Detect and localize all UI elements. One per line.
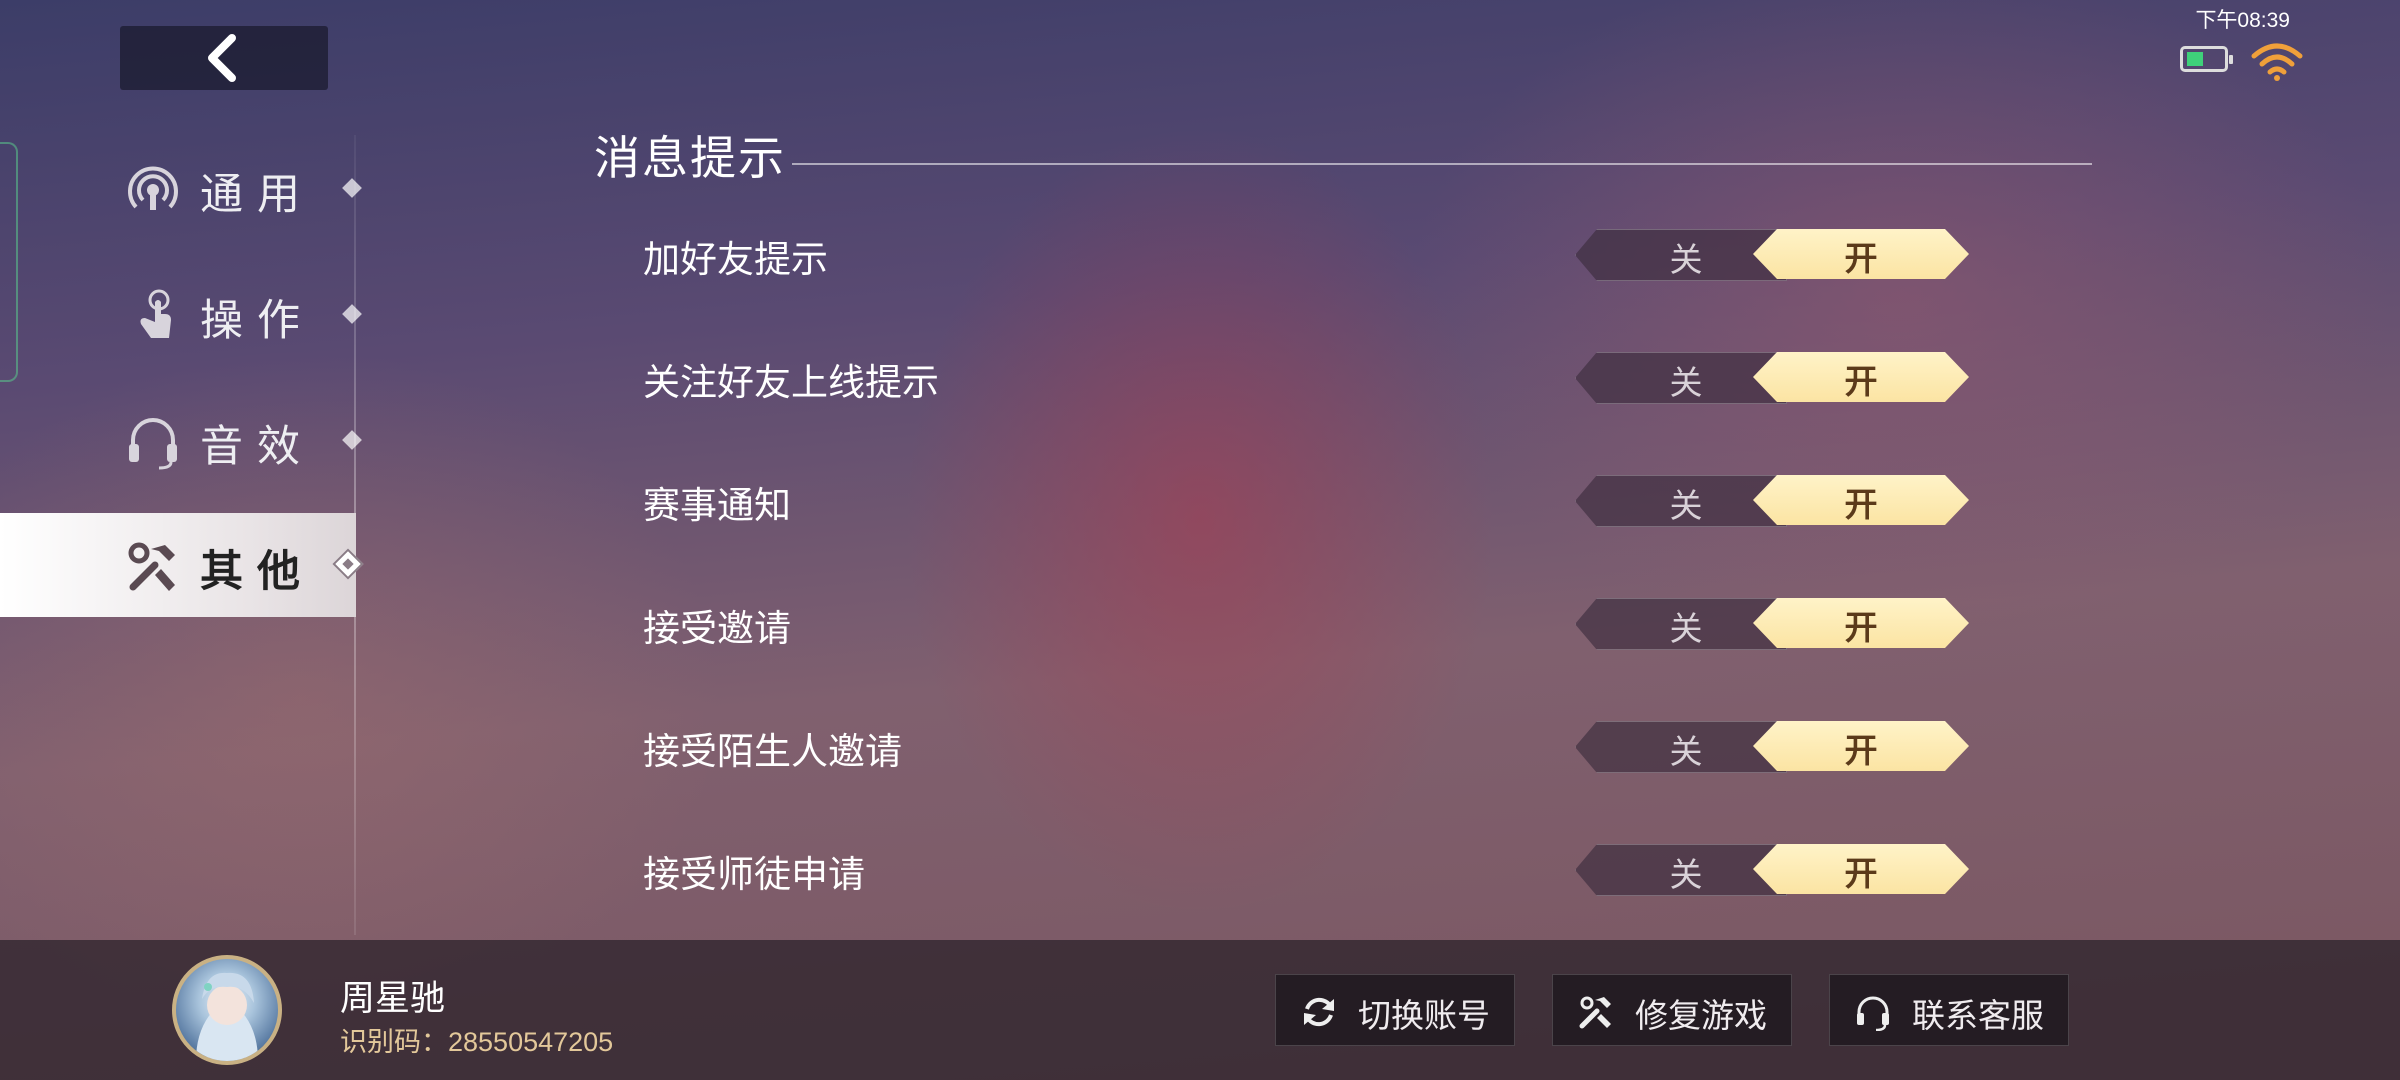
sidebar-item-label: 音效 xyxy=(200,422,314,472)
sidebar-diamond xyxy=(342,304,362,324)
sidebar-item-controls[interactable]: 操作 xyxy=(0,262,362,366)
toggle-add-friend[interactable]: 关 开 xyxy=(1575,229,1969,281)
wifi-icon xyxy=(2251,43,2303,81)
sidebar-item-other[interactable]: 其他 xyxy=(0,513,364,617)
sidebar-diamond xyxy=(342,430,362,450)
battery-icon xyxy=(2180,46,2233,72)
toggle-stranger-invite[interactable]: 关 开 xyxy=(1575,721,1969,773)
tools-icon xyxy=(1579,996,1611,1029)
tap-hand-icon xyxy=(140,289,171,338)
switch-account-button[interactable]: 切换账号 xyxy=(1275,974,1515,1046)
toggle-event-notice[interactable]: 关 开 xyxy=(1575,475,1969,527)
sidebar-item-label: 通用 xyxy=(200,170,314,220)
setting-label-stranger-invite: 接受陌生人邀请 xyxy=(643,730,902,773)
user-name: 周星驰 xyxy=(340,979,446,1019)
toggle-on-option[interactable]: 开 xyxy=(1753,229,1969,279)
broadcast-icon xyxy=(128,166,178,210)
sidebar-item-general[interactable]: 通用 xyxy=(0,136,362,240)
refresh-icon xyxy=(1304,997,1334,1027)
sidebar-item-sound[interactable]: 音效 xyxy=(0,388,362,492)
repair-game-button[interactable]: 修复游戏 xyxy=(1552,974,1792,1046)
setting-label-add-friend: 加好友提示 xyxy=(643,238,828,281)
toggle-on-option[interactable]: 开 xyxy=(1753,475,1969,525)
section-title: 消息提示 xyxy=(594,131,786,185)
toggle-on-option[interactable]: 开 xyxy=(1753,844,1969,894)
headset-icon xyxy=(1857,996,1889,1031)
avatar-portrait xyxy=(196,972,258,1061)
toggle-on-option[interactable]: 开 xyxy=(1753,598,1969,648)
switch-account-label: 切换账号 xyxy=(1358,996,1490,1035)
status-time: 下午08:39 xyxy=(2195,9,2290,32)
toggle-mentorship[interactable]: 关 开 xyxy=(1575,844,1969,896)
setting-label-friend-online: 关注好友上线提示 xyxy=(643,361,939,404)
back-arrow-icon xyxy=(208,34,236,82)
contact-support-label: 联系客服 xyxy=(1912,996,2044,1035)
sidebar-diamond-active xyxy=(332,548,364,580)
toggle-on-option[interactable]: 开 xyxy=(1753,721,1969,771)
section-divider xyxy=(792,163,2092,165)
setting-label-accept-invite: 接受邀请 xyxy=(643,607,791,650)
user-id: 识别码：28550547205 xyxy=(340,1027,614,1057)
back-button[interactable] xyxy=(120,26,328,90)
tools-icon xyxy=(128,542,175,591)
repair-game-label: 修复游戏 xyxy=(1635,996,1767,1035)
sidebar-diamond xyxy=(342,178,362,198)
setting-label-event-notice: 赛事通知 xyxy=(643,484,791,527)
toggle-on-option[interactable]: 开 xyxy=(1753,352,1969,402)
sidebar-item-label: 其他 xyxy=(200,547,314,597)
avatar[interactable] xyxy=(172,955,282,1065)
toggle-friend-online[interactable]: 关 开 xyxy=(1575,352,1969,404)
headset-icon xyxy=(129,418,177,470)
setting-label-mentorship: 接受师徒申请 xyxy=(643,853,865,896)
sidebar-item-label: 操作 xyxy=(200,296,314,346)
contact-support-button[interactable]: 联系客服 xyxy=(1829,974,2069,1046)
toggle-accept-invite[interactable]: 关 开 xyxy=(1575,598,1969,650)
